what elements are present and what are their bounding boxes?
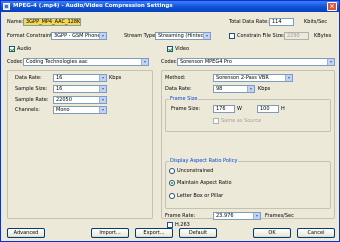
audio-channels-value: Mono xyxy=(56,107,70,113)
frame-size-group-title: Frame Size xyxy=(169,96,199,102)
constrain-file-size-input[interactable]: 2290 xyxy=(284,32,309,40)
total-data-rate-value: 114 xyxy=(269,18,294,26)
video-codec-value: Sorenson MPEG4 Pro xyxy=(180,59,232,65)
chevron-down-icon xyxy=(141,59,148,65)
constrain-file-size-checkbox[interactable] xyxy=(229,33,235,39)
chevron-down-icon xyxy=(247,86,254,92)
format-constraints-label: Format Constraints: xyxy=(7,33,57,39)
audio-sample-rate-value: 22050 xyxy=(56,97,72,103)
aspect-ratio-group-title: Display Aspect Ratio Policy xyxy=(169,158,239,164)
aspect-letterbox-label: Letter Box or Pillar xyxy=(177,193,224,199)
frame-size-label: Frame Size: xyxy=(171,106,201,112)
stream-type-value: Streaming (Hinted) xyxy=(158,33,206,39)
chevron-down-icon xyxy=(285,75,292,81)
window-title: MPEG-4 (.mp4) - Audio/Video Compression … xyxy=(13,3,173,9)
frame-rate-value: 23.976 xyxy=(216,213,234,219)
stream-type-select[interactable]: Streaming (Hinted) xyxy=(155,32,211,40)
dialog-window: MPEG-4 (.mp4) - Audio/Video Compression … xyxy=(0,0,340,242)
frame-size-group xyxy=(165,99,331,132)
name-input[interactable]: 3GPP_MP4_AAC_128K xyxy=(23,18,81,26)
stream-type-label: Stream Type: xyxy=(124,33,157,39)
video-codec-label: Codec: xyxy=(161,59,179,65)
aspect-maintain-label: Maintain Aspect Ratio xyxy=(177,180,232,186)
audio-data-rate-label: Data Rate: xyxy=(15,75,42,81)
cancel-button[interactable]: Cancel xyxy=(297,228,335,238)
chevron-down-icon xyxy=(99,33,106,39)
import-button[interactable]: Import... xyxy=(91,228,129,238)
total-data-rate-unit: Kbits/Sec xyxy=(304,19,328,25)
chevron-down-icon xyxy=(99,97,106,103)
audio-codec-label: Codec: xyxy=(7,59,25,65)
name-label: Name: xyxy=(7,19,24,25)
aspect-unconstrained-radio[interactable] xyxy=(169,168,175,174)
chevron-down-icon xyxy=(253,213,260,219)
video-data-rate-select[interactable]: 98 xyxy=(213,85,255,93)
frame-rate-label: Frame Rate: xyxy=(165,213,196,219)
same-as-source-label: Same as Source xyxy=(221,118,262,124)
total-data-rate-label: Total Data Rate: xyxy=(229,19,269,25)
chevron-down-icon xyxy=(327,59,334,65)
video-codec-select[interactable]: Sorenson MPEG4 Pro xyxy=(177,58,335,66)
title-bar[interactable]: MPEG-4 (.mp4) - Audio/Video Compression … xyxy=(1,1,339,12)
audio-codec-value: Coding Technologies aac xyxy=(26,59,88,65)
audio-data-rate-select[interactable]: 16 xyxy=(53,74,107,82)
audio-sample-size-select[interactable]: 16 xyxy=(53,85,107,93)
audio-sample-size-value: 16 xyxy=(56,86,63,92)
format-constraints-value: 3GPP - GSM Phone xyxy=(54,33,101,39)
audio-sample-rate-select[interactable]: 22050 xyxy=(53,96,107,104)
aspect-maintain-radio[interactable] xyxy=(169,180,175,186)
aspect-unconstrained-label: Unconstrained xyxy=(177,168,214,174)
video-enable-checkbox[interactable] xyxy=(167,46,173,52)
audio-data-rate-unit: Kbps xyxy=(109,75,122,81)
audio-enable-label: Audio xyxy=(17,46,32,52)
frame-rate-select[interactable]: 23.976 xyxy=(213,212,261,220)
constrain-file-size-label: Constrain File Size: xyxy=(237,33,285,39)
chevron-down-icon xyxy=(99,75,106,81)
audio-sample-rate-label: Sample Rate: xyxy=(15,97,49,103)
video-enable-label: Video xyxy=(175,46,190,52)
audio-data-rate-value: 16 xyxy=(56,75,63,81)
same-as-source-checkbox[interactable] xyxy=(213,118,219,124)
video-data-rate-unit: Kbps xyxy=(258,86,271,92)
default-button[interactable]: Default xyxy=(179,228,217,238)
close-button[interactable]: × xyxy=(327,2,337,11)
chevron-down-icon xyxy=(99,86,106,92)
video-data-rate-value: 98 xyxy=(216,86,223,92)
audio-codec-select[interactable]: Coding Technologies aac xyxy=(23,58,149,66)
video-data-rate-label: Data Rate: xyxy=(165,86,192,92)
app-icon xyxy=(3,3,10,10)
chevron-down-icon xyxy=(99,107,106,113)
format-constraints-select[interactable]: 3GPP - GSM Phone xyxy=(51,32,107,40)
frame-height-unit: H xyxy=(281,106,285,112)
video-method-label: Method: xyxy=(165,75,186,81)
frame-width-unit: W xyxy=(237,106,242,112)
video-method-value: Sorenson 2-Pass VBR xyxy=(216,75,269,81)
ok-button[interactable]: OK xyxy=(253,228,291,238)
audio-enable-checkbox[interactable] xyxy=(9,46,15,52)
audio-channels-label: Channels: xyxy=(15,107,40,113)
frame-rate-unit: Frames/Sec xyxy=(265,213,294,219)
video-method-select[interactable]: Sorenson 2-Pass VBR xyxy=(213,74,293,82)
audio-channels-select[interactable]: Mono xyxy=(53,106,107,114)
frame-height-input[interactable]: 100 xyxy=(257,105,279,113)
constrain-file-size-unit: KBytes xyxy=(314,33,332,39)
export-button[interactable]: Export... xyxy=(135,228,173,238)
chevron-down-icon xyxy=(203,33,210,39)
audio-sample-size-label: Sample Size: xyxy=(15,86,48,92)
frame-width-input[interactable]: 176 xyxy=(213,105,235,113)
aspect-letterbox-radio[interactable] xyxy=(169,193,175,199)
advanced-button[interactable]: Advanced xyxy=(7,228,45,238)
